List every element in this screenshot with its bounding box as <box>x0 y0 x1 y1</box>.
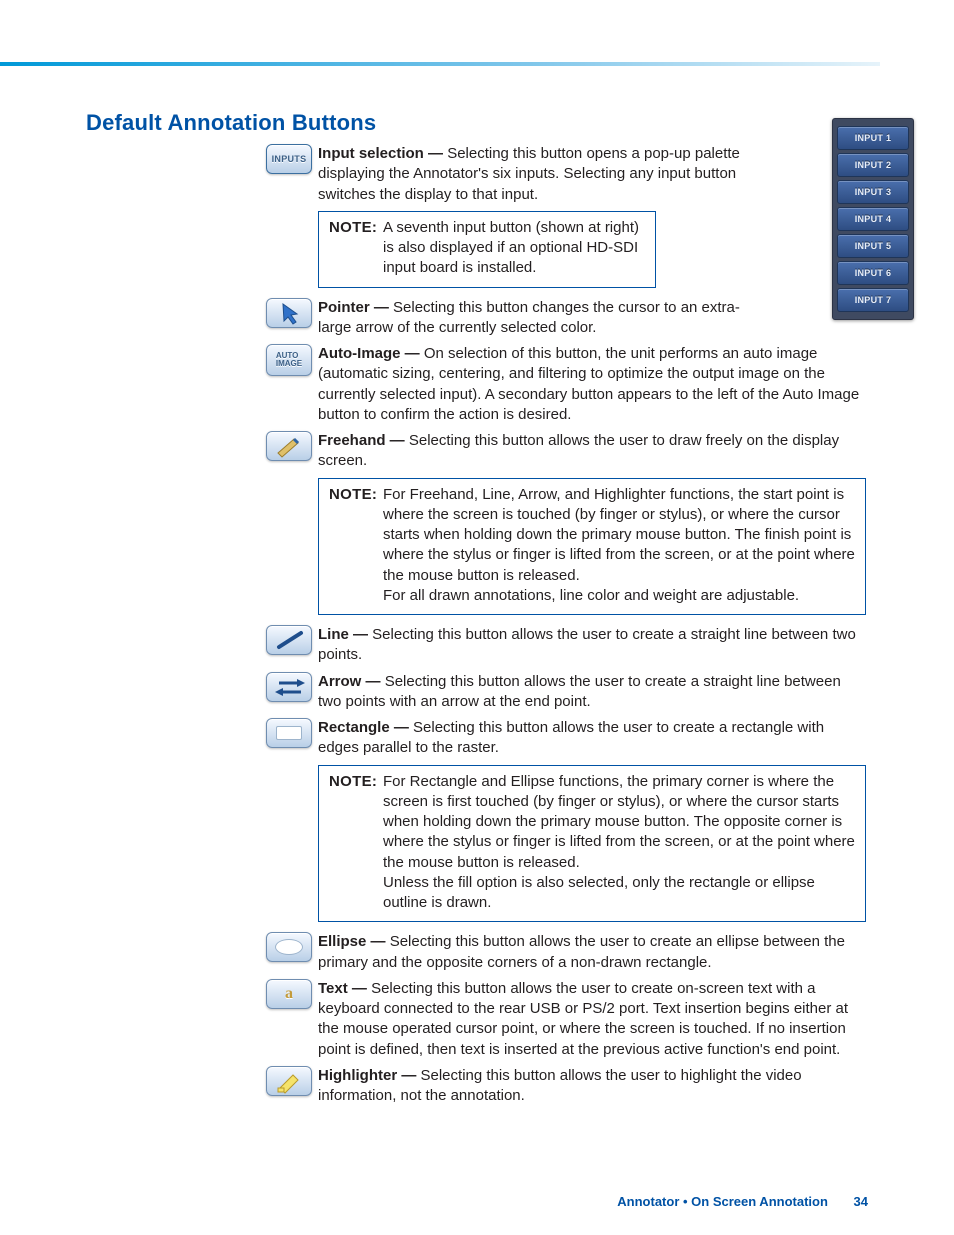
note-3b-body: Unless the fill option is also selected,… <box>383 873 855 914</box>
highlighter-icon <box>266 1066 312 1096</box>
note-label: NOTE: <box>329 772 383 792</box>
auto-image-term: Auto-Image — <box>318 345 424 362</box>
ellipse-desc: Selecting this button allows the user to… <box>318 933 845 970</box>
pointer-icon <box>266 298 312 328</box>
note-2b-body: For all drawn annotations, line color an… <box>383 586 855 606</box>
rectangle-term: Rectangle — <box>318 719 413 736</box>
ellipse-term: Ellipse — <box>318 933 390 950</box>
highlighter-term: Highlighter — <box>318 1067 421 1084</box>
page-footer: Annotator • On Screen Annotation 34 <box>617 1194 868 1209</box>
ellipse-icon <box>266 932 312 962</box>
input-selection-term: Input selection — <box>318 145 447 162</box>
footer-section: Annotator • On Screen Annotation <box>617 1194 828 1209</box>
arrow-desc: Selecting this button allows the user to… <box>318 673 841 710</box>
note-3a-body: For Rectangle and Ellipse functions, the… <box>383 772 855 873</box>
text-term: Text — <box>318 980 371 997</box>
line-term: Line — <box>318 626 372 643</box>
note-2a-body: For Freehand, Line, Arrow, and Highlight… <box>383 485 855 586</box>
freehand-icon <box>266 431 312 461</box>
inputs-icon: INPUTS <box>266 144 312 174</box>
footer-page-number: 34 <box>854 1194 868 1209</box>
freehand-term: Freehand — <box>318 432 409 449</box>
pointer-term: Pointer — <box>318 299 393 316</box>
header-rule <box>0 62 880 66</box>
auto-image-icon: AUTO IMAGE <box>266 344 312 376</box>
rectangle-icon <box>266 718 312 748</box>
arrow-icon <box>266 672 312 702</box>
arrow-term: Arrow — <box>318 673 385 690</box>
line-desc: Selecting this button allows the user to… <box>318 626 856 663</box>
note-label: NOTE: <box>329 218 383 238</box>
note-1-body: A seventh input button (shown at right) … <box>383 218 645 279</box>
line-icon <box>266 625 312 655</box>
note-label: NOTE: <box>329 485 383 505</box>
text-desc: Selecting this button allows the user to… <box>318 980 848 1058</box>
page-title: Default Annotation Buttons <box>86 110 866 136</box>
text-icon: a <box>266 979 312 1009</box>
